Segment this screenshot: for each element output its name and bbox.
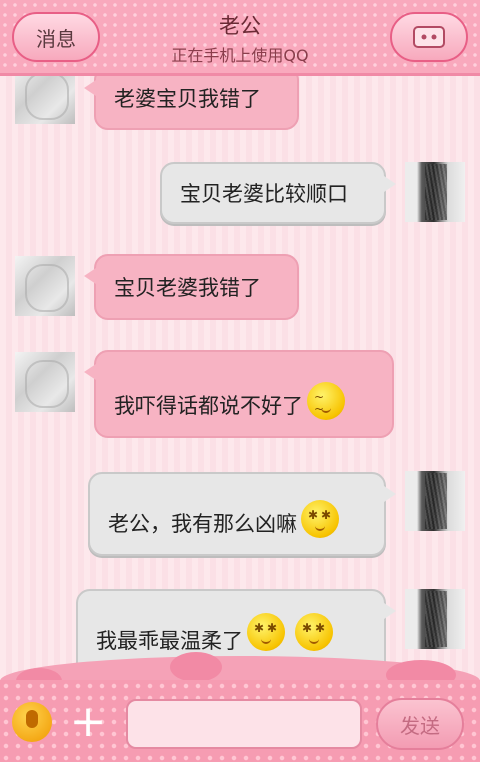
decorative-heart	[170, 652, 222, 682]
message-text: 老公，我有那么凶嘛	[108, 512, 297, 536]
message-bubble[interactable]: 宝贝老婆比较顺口	[160, 162, 396, 224]
dizzy-emoji-icon: ✱✱	[301, 500, 339, 538]
send-button-label: 发送	[400, 713, 440, 738]
contact-avatar[interactable]	[15, 352, 75, 412]
message-bubble[interactable]: 老公，我有那么凶嘛 ✱✱	[88, 472, 396, 556]
message-text: 宝贝老婆比较顺口	[180, 182, 348, 206]
profile-button[interactable]	[390, 12, 468, 62]
profile-card-icon	[413, 26, 445, 48]
own-avatar[interactable]	[405, 162, 465, 222]
microphone-icon[interactable]	[12, 702, 52, 742]
plus-icon[interactable]: +	[66, 700, 110, 744]
send-button[interactable]: 发送	[376, 698, 464, 750]
embarrassed-emoji-icon: ~ ~	[307, 382, 345, 420]
message-bubble[interactable]: 老婆宝贝我错了	[84, 76, 299, 130]
message-text: 老婆宝贝我错了	[114, 87, 261, 111]
own-avatar[interactable]	[405, 471, 465, 531]
message-bubble[interactable]: 宝贝老婆我错了	[84, 254, 299, 320]
message-list[interactable]: 老婆宝贝我错了 宝贝老婆比较顺口 宝贝老婆我错了 我吓得话都说不好了 ~ ~ 老…	[0, 76, 480, 686]
message-input[interactable]	[126, 699, 362, 749]
message-text: 我最乖最温柔了	[96, 629, 243, 653]
dizzy-emoji-icon: ✱✱	[247, 613, 285, 651]
dizzy-emoji-icon: ✱✱	[295, 613, 333, 651]
contact-avatar[interactable]	[15, 256, 75, 316]
own-avatar[interactable]	[405, 589, 465, 649]
chat-header: 消息 老公 正在手机上使用QQ	[0, 0, 480, 76]
message-bubble[interactable]: 我吓得话都说不好了 ~ ~	[84, 350, 394, 438]
message-text: 我吓得话都说不好了	[114, 394, 303, 418]
message-text: 宝贝老婆我错了	[114, 276, 261, 300]
contact-avatar[interactable]	[15, 76, 75, 124]
